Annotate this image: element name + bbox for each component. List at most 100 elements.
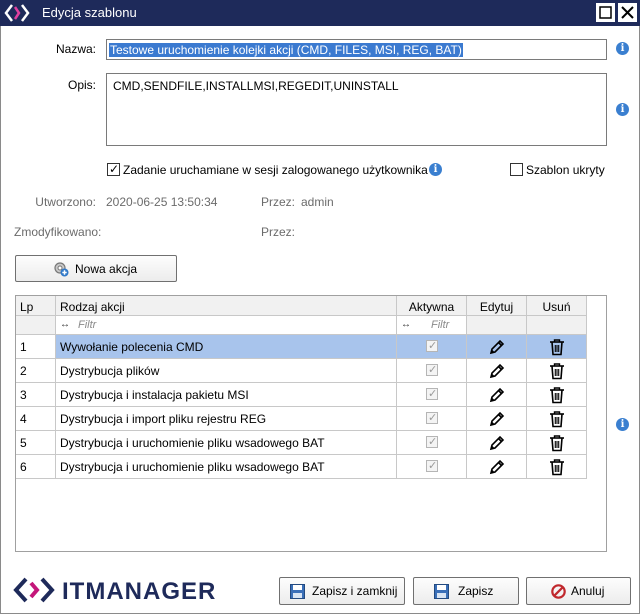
close-icon [621,6,634,19]
row-edit-cell [467,407,527,431]
row-lp: 2 [20,364,27,378]
brand-logo-icon [13,577,55,603]
row-delete-cell [527,359,587,383]
row-delete-button[interactable] [549,338,565,358]
row-type: Dystrybucja i import pliku rejestru REG [60,412,267,426]
filter-cell-edit [467,316,527,335]
row-active-check: ✓ [428,460,438,472]
row-edit-cell [467,383,527,407]
save-close-button[interactable]: Zapisz i zamknij [279,577,405,605]
row-type-cell[interactable]: Dystrybucja i import pliku rejestru REG [56,407,397,431]
modified-by-label: Przez: [261,225,296,239]
row-lp: 3 [20,388,27,402]
filter-active-input[interactable]: ↔ Filtr [397,316,467,335]
save-disk-icon [290,584,305,599]
row-edit-button[interactable] [488,386,506,406]
session-checkbox[interactable]: ✓ [107,162,120,176]
window-title: Edycja szablonu [42,5,137,20]
row-active-cell: ✓ [397,359,467,383]
row-type-cell[interactable]: Wywołanie polecenia CMD [56,335,397,359]
row-edit-cell [467,455,527,479]
column-header-delete-label: Usuń [542,300,571,314]
row-delete-button[interactable] [549,410,565,430]
edit-pencil-icon [489,459,505,475]
column-header-delete[interactable]: Usuń [527,296,587,316]
description-input[interactable]: CMD,SENDFILE,INSTALLMSI,REGEDIT,UNINSTAL… [106,73,607,146]
brand-text: ITMANAGER [62,578,217,605]
hidden-template-label: Szablon ukryty [526,163,605,177]
row-lp-cell[interactable]: 6 [16,455,56,479]
maximize-icon [599,6,612,19]
created-label: Utworzono: [35,195,96,209]
close-button[interactable] [618,3,637,22]
name-info-icon[interactable]: i [616,42,629,55]
row-lp-cell[interactable]: 5 [16,431,56,455]
maximize-button[interactable] [596,3,615,22]
row-lp: 4 [20,412,27,426]
column-header-active[interactable]: Aktywna [397,296,467,316]
column-header-type[interactable]: Rodzaj akcji [56,296,397,316]
row-active-check: ✓ [428,340,438,352]
row-delete-button[interactable] [549,434,565,454]
row-active-cell: ✓ [397,431,467,455]
filter-type-arrows-icon: ↔ [60,319,70,330]
row-delete-cell [527,455,587,479]
row-edit-button[interactable] [488,338,506,358]
row-lp-cell[interactable]: 1 [16,335,56,359]
row-lp-cell[interactable]: 3 [16,383,56,407]
name-input[interactable]: Testowe uruchomienie kolejki akcji (CMD,… [106,39,607,60]
row-active-check: ✓ [428,412,438,424]
row-active-checkbox: ✓ [426,460,438,472]
hidden-template-checkbox[interactable] [510,163,523,176]
row-edit-button[interactable] [488,362,506,382]
name-label: Nazwa: [55,42,96,56]
column-header-edit[interactable]: Edytuj [467,296,527,316]
filter-cell-lp [16,316,56,335]
row-lp-cell[interactable]: 4 [16,407,56,431]
created-by-value: admin [301,195,334,209]
filter-cell-delete [527,316,587,335]
row-edit-button[interactable] [488,458,506,478]
save-button[interactable]: Zapisz [413,577,519,605]
cancel-label: Anuluj [571,584,605,598]
column-header-lp[interactable]: Lp [16,296,56,316]
trash-icon [550,411,564,428]
row-type-cell[interactable]: Dystrybucja i instalacja pakietu MSI [56,383,397,407]
title-bar[interactable]: Edycja szablonu [0,0,640,26]
actions-grid[interactable]: Lp Rodzaj akcji Aktywna Edytuj Usuń ↔ Fi… [15,295,607,552]
session-info-icon[interactable]: i [429,163,442,176]
filter-type-input[interactable]: ↔ Filtr [56,316,397,335]
description-input-value: CMD,SENDFILE,INSTALLMSI,REGEDIT,UNINSTAL… [113,79,399,93]
row-edit-cell [467,335,527,359]
row-active-check: ✓ [428,436,438,448]
row-lp: 6 [20,460,27,474]
row-lp-cell[interactable]: 2 [16,359,56,383]
row-type: Dystrybucja i uruchomienie pliku wsadowe… [60,436,325,450]
row-delete-cell [527,407,587,431]
row-type-cell[interactable]: Dystrybucja i uruchomienie pliku wsadowe… [56,455,397,479]
row-edit-button[interactable] [488,410,506,430]
column-header-active-label: Aktywna [408,300,455,314]
save-label: Zapisz [458,584,494,598]
row-type-cell[interactable]: Dystrybucja plików [56,359,397,383]
row-active-check: ✓ [428,388,438,400]
created-by-label: Przez: [261,195,296,209]
row-delete-button[interactable] [549,362,565,382]
row-type: Wywołanie polecenia CMD [60,340,204,354]
row-delete-cell [527,335,587,359]
trash-icon [550,363,564,380]
row-delete-cell [527,431,587,455]
row-delete-button[interactable] [549,386,565,406]
column-header-lp-label: Lp [20,300,34,314]
row-delete-button[interactable] [549,458,565,478]
new-action-button[interactable]: Nowa akcja [15,255,177,282]
description-info-icon[interactable]: i [616,103,629,116]
row-type-cell[interactable]: Dystrybucja i uruchomienie pliku wsadowe… [56,431,397,455]
filter-active-arrows-icon: ↔ [401,319,411,330]
save-close-label: Zapisz i zamknij [312,584,398,598]
row-edit-button[interactable] [488,434,506,454]
edit-pencil-icon [489,435,505,451]
new-action-label: Nowa akcja [75,262,138,276]
grid-info-icon[interactable]: i [616,418,629,431]
cancel-button[interactable]: Anuluj [526,577,631,605]
